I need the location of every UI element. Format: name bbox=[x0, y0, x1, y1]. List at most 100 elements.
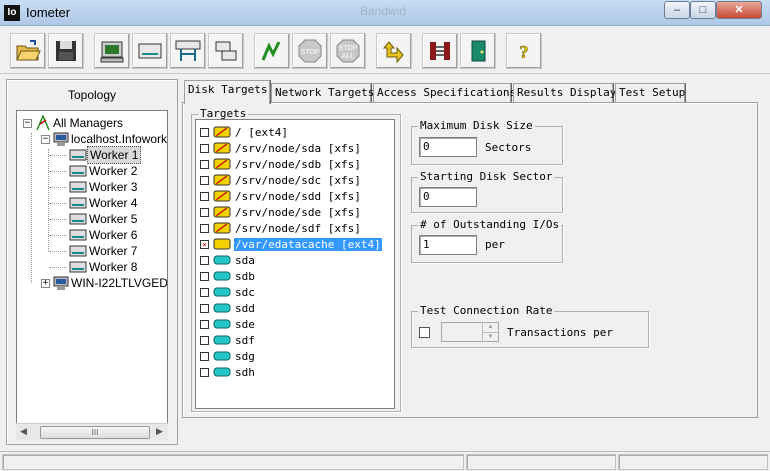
target-row[interactable]: /srv/node/sda [xfs] bbox=[200, 140, 362, 156]
target-row[interactable]: /srv/node/sdb [xfs] bbox=[200, 156, 362, 172]
tab-test-setup[interactable]: Test Setup bbox=[615, 83, 685, 103]
worker-disk-icon bbox=[69, 213, 87, 225]
target-checkbox[interactable]: ✕ bbox=[200, 239, 209, 249]
display-button[interactable] bbox=[94, 33, 130, 69]
start-tests-button[interactable] bbox=[254, 33, 290, 69]
target-checkbox[interactable] bbox=[200, 207, 209, 217]
target-row[interactable]: /srv/node/sdd [xfs] bbox=[200, 188, 362, 204]
stop-button[interactable]: STOP bbox=[292, 33, 328, 69]
worker-disk-icon bbox=[69, 229, 87, 241]
target-checkbox[interactable] bbox=[200, 255, 209, 265]
open-config-button[interactable] bbox=[10, 33, 46, 69]
save-config-button[interactable] bbox=[48, 33, 84, 69]
scroll-left-arrow-icon[interactable]: ◀ bbox=[20, 426, 27, 437]
target-row[interactable]: ✕ /var/edatacache [ext4] bbox=[200, 236, 382, 252]
tree-item-worker-7[interactable]: Worker 7 bbox=[69, 243, 139, 259]
raw-disk-icon bbox=[213, 271, 231, 281]
expand-expander[interactable]: + bbox=[41, 278, 50, 288]
tree-item-worker-1[interactable]: Worker 1 bbox=[69, 146, 142, 164]
tree-horizontal-scrollbar[interactable]: ◀ III ▶ bbox=[16, 423, 168, 440]
target-checkbox[interactable] bbox=[200, 287, 209, 297]
target-checkbox[interactable] bbox=[200, 335, 209, 345]
target-row[interactable]: sdb bbox=[200, 268, 256, 284]
tab-disk-targets[interactable]: Disk Targets bbox=[184, 80, 270, 104]
open-folder-icon bbox=[16, 40, 41, 61]
target-label: sdb bbox=[235, 269, 255, 283]
target-row[interactable]: sda bbox=[200, 252, 256, 268]
target-label: /var/edatacache [ext4] bbox=[234, 237, 382, 251]
svg-text:STOP: STOP bbox=[339, 45, 358, 52]
spin-down-arrow-icon[interactable]: ▼ bbox=[482, 332, 498, 341]
duplicate-worker-icon bbox=[215, 41, 237, 61]
duplicate-worker-button[interactable] bbox=[208, 33, 244, 69]
exit-button[interactable] bbox=[460, 33, 496, 69]
target-label: /srv/node/sdd [xfs] bbox=[235, 189, 361, 203]
stop-all-button[interactable]: STOP ALL bbox=[330, 33, 366, 69]
target-checkbox[interactable] bbox=[200, 367, 209, 377]
raw-disk-icon bbox=[213, 319, 231, 329]
spin-up-arrow-icon[interactable]: ▲ bbox=[482, 323, 498, 332]
worker-disk-icon bbox=[69, 261, 87, 273]
target-checkbox[interactable] bbox=[200, 175, 209, 185]
target-row[interactable]: sdh bbox=[200, 364, 256, 380]
collapse-expander[interactable]: − bbox=[41, 134, 50, 144]
target-checkbox[interactable] bbox=[200, 159, 209, 169]
target-row[interactable]: /srv/node/sde [xfs] bbox=[200, 204, 362, 220]
disconnect-icon bbox=[430, 42, 450, 60]
exit-door-icon bbox=[471, 40, 486, 62]
tree-item-worker-8[interactable]: Worker 8 bbox=[69, 259, 139, 275]
target-checkbox[interactable] bbox=[200, 319, 209, 329]
tree-item-win-manager[interactable]: + WIN-I22LTLVGED bbox=[41, 275, 167, 291]
reset-workers-button[interactable] bbox=[376, 33, 412, 69]
target-checkbox[interactable] bbox=[200, 271, 209, 281]
target-row[interactable]: /srv/node/sdc [xfs] bbox=[200, 172, 362, 188]
target-checkbox[interactable] bbox=[200, 127, 209, 137]
target-row[interactable]: sdg bbox=[200, 348, 256, 364]
computer-icon bbox=[53, 132, 69, 146]
target-row[interactable]: / [ext4] bbox=[200, 124, 289, 140]
target-row[interactable]: sdd bbox=[200, 300, 256, 316]
mounted-fs-icon bbox=[213, 190, 231, 202]
tree-item-localhost[interactable]: − localhost.Infowork bbox=[41, 131, 167, 147]
transactions-spinner[interactable]: ▲ ▼ bbox=[441, 322, 499, 342]
disconnect-button[interactable] bbox=[422, 33, 458, 69]
target-row[interactable]: /srv/node/sdf [xfs] bbox=[200, 220, 362, 236]
minimize-button[interactable]: – bbox=[664, 1, 690, 19]
worker-disk-icon bbox=[69, 149, 87, 161]
disk-targets-page: Targets / [ext4]/srv/node/sda [xfs]/srv/… bbox=[182, 102, 758, 418]
toolbar: STOP STOP ALL ? bbox=[0, 30, 770, 74]
target-row[interactable]: sdf bbox=[200, 332, 256, 348]
target-checkbox[interactable] bbox=[200, 223, 209, 233]
target-row[interactable]: sdc bbox=[200, 284, 256, 300]
maximize-button[interactable]: □ bbox=[690, 1, 716, 19]
target-row[interactable]: sde bbox=[200, 316, 256, 332]
tree-item-worker-4[interactable]: Worker 4 bbox=[69, 195, 139, 211]
tree-item-worker-2[interactable]: Worker 2 bbox=[69, 163, 139, 179]
tab-access-specifications[interactable]: Access Specifications bbox=[373, 83, 516, 103]
scroll-thumb[interactable]: III bbox=[40, 426, 150, 439]
outstanding-ios-input[interactable]: 1 bbox=[419, 235, 477, 255]
close-button[interactable]: ✕ bbox=[716, 1, 762, 19]
targets-list[interactable]: / [ext4] /srv/node/sda [xfs] /srv/node/sdb… bbox=[195, 119, 395, 409]
scroll-right-arrow-icon[interactable]: ▶ bbox=[156, 426, 163, 437]
target-checkbox[interactable] bbox=[200, 351, 209, 361]
new-network-worker-button[interactable] bbox=[170, 33, 206, 69]
max-disk-size-input[interactable]: 0 bbox=[419, 137, 477, 157]
help-button[interactable]: ? bbox=[506, 33, 542, 69]
max-disk-size-title: Maximum Disk Size bbox=[418, 119, 535, 132]
mounted-fs-icon bbox=[213, 142, 231, 154]
target-label: sdd bbox=[235, 301, 255, 315]
target-checkbox[interactable] bbox=[200, 143, 209, 153]
target-checkbox[interactable] bbox=[200, 303, 209, 313]
tree-item-worker-3[interactable]: Worker 3 bbox=[69, 179, 139, 195]
tree-item-worker-5[interactable]: Worker 5 bbox=[69, 211, 139, 227]
starting-sector-input[interactable]: 0 bbox=[419, 187, 477, 207]
tab-results-display[interactable]: Results Display bbox=[513, 83, 616, 103]
tree-item-worker-6[interactable]: Worker 6 bbox=[69, 227, 139, 243]
target-checkbox[interactable] bbox=[200, 191, 209, 201]
collapse-expander[interactable]: − bbox=[23, 118, 32, 128]
test-connection-rate-checkbox[interactable] bbox=[419, 327, 430, 338]
new-disk-worker-button[interactable] bbox=[132, 33, 168, 69]
tree-item-all-managers[interactable]: − All Managers bbox=[23, 115, 125, 131]
tab-network-targets[interactable]: Network Targets bbox=[271, 83, 374, 103]
